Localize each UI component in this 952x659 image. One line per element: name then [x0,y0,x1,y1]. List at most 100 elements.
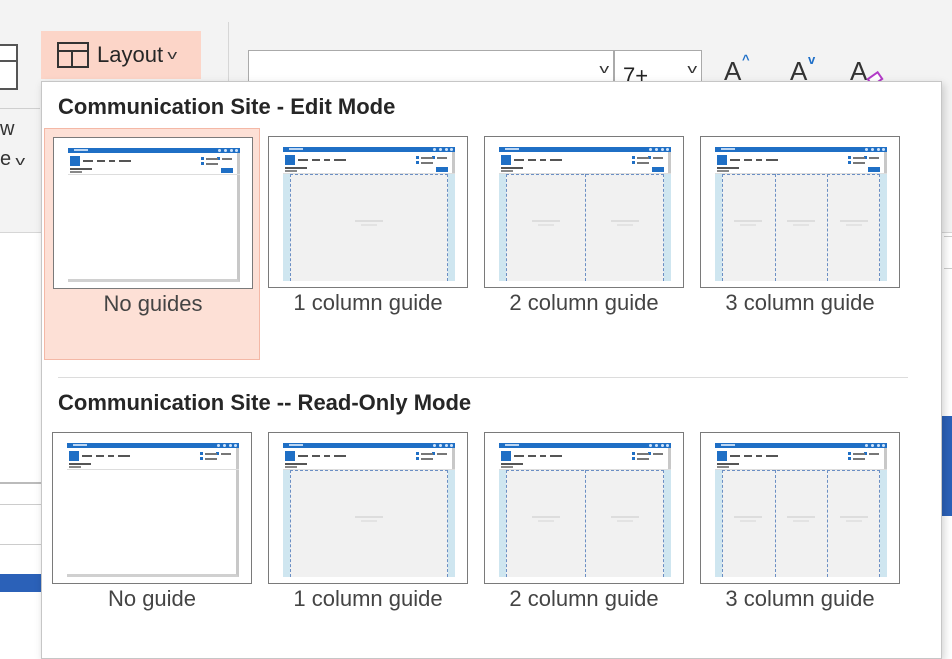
nav-link [744,455,752,457]
margin-guide [448,470,455,577]
document-line [0,504,42,505]
gallery-item-label: No guide [107,586,197,611]
action-icon [848,452,851,455]
guide-line [447,174,448,281]
gallery-item-label: 3 column guide [725,290,875,315]
gallery-item-edit-3-column[interactable]: 3 column guide [692,128,908,360]
ribbon-partial-label: w [0,118,15,140]
gallery-item-edit-no-guides[interactable]: No guides [44,128,260,360]
action-icon [416,156,419,159]
nav-link [528,159,536,161]
action-link [653,453,663,455]
chevron-down-icon[interactable]: v [599,61,609,76]
placeholder-text [787,220,815,222]
gallery-item-edit-1-column[interactable]: 1 column guide [260,128,476,360]
document-line [944,236,952,237]
suite-bar-icon [235,149,238,152]
gallery-item-readonly-1-column[interactable]: 1 column guide [260,424,476,656]
site-logo [717,155,727,165]
app-window: w e v Layout v v 7+ v A ^ A v A Communic… [0,0,952,659]
section-title-read-only-mode: Communication Site -- Read-Only Mode [58,390,472,415]
layout-thumbnail [268,432,468,584]
action-link [222,158,232,160]
suite-bar-icon [655,148,658,151]
section-divider [58,377,908,378]
nav-link [514,455,524,457]
page-meta-placeholder [285,170,297,172]
suite-bar [499,147,671,152]
placeholder-text [611,516,639,518]
nav-link [514,159,524,161]
placeholder-text [793,520,809,522]
nav-link [118,455,130,457]
chevron-down-icon: v [15,153,25,168]
gallery-item-readonly-3-column[interactable]: 3 column guide [692,424,908,656]
action-icon [632,156,635,159]
section-title-edit-mode: Communication Site - Edit Mode [58,94,396,119]
page-meta-placeholder [285,466,297,468]
chevron-down-icon[interactable]: v [687,61,697,76]
suite-bar-icon [655,444,658,447]
suite-bar-icon [649,148,652,151]
suite-bar-icon [661,148,664,151]
edit-button-placeholder [436,167,448,172]
gallery-item-readonly-2-column[interactable]: 2 column guide [476,424,692,656]
action-icon [201,157,204,160]
layout-thumbnail [484,136,684,288]
nav-link [730,159,740,161]
suite-bar-title [505,444,519,446]
suite-bar [68,148,240,153]
action-link [437,453,447,455]
page-meta-placeholder [717,170,729,172]
caret-down-icon: v [808,52,816,67]
suite-bar-icon [439,148,442,151]
document-line [0,482,42,484]
site-logo [69,451,79,461]
suite-bar-title [721,148,735,150]
nav-link [82,455,92,457]
suite-bar-icon [871,148,874,151]
page-preview [715,147,887,281]
page-title-placeholder [717,167,739,169]
ribbon-partial-label-2[interactable]: e v [0,148,25,171]
guide-line [506,470,507,577]
content-area [722,470,880,577]
frame-icon[interactable] [0,44,18,90]
suite-bar [283,147,455,152]
layout-thumbnail [52,432,252,584]
guide-line [722,174,880,175]
margin-guide [715,470,722,577]
placeholder-text [355,220,383,222]
action-icon [848,156,851,159]
layout-thumbnail [268,136,468,288]
action-link [637,162,649,164]
site-navigation [298,159,358,161]
suite-bar-icon [439,444,442,447]
layout-button[interactable]: Layout v [41,31,201,79]
placeholder-text [793,224,809,226]
guide-line [290,470,448,471]
nav-link [756,455,762,457]
suite-bar [283,443,455,448]
action-link [221,453,231,455]
placeholder-text [846,520,862,522]
layout-button-label: Layout [97,42,164,67]
page-title-placeholder [70,168,92,170]
suite-bar-title [73,444,87,446]
gallery-item-edit-2-column[interactable]: 2 column guide [476,128,692,360]
margin-guide [499,174,506,281]
suite-bar-title [721,444,735,446]
nav-link [540,159,546,161]
placeholder-text [538,520,554,522]
site-navigation [298,455,358,457]
placeholder-text [617,224,633,226]
gallery-item-readonly-no-guide[interactable]: No guide [44,424,260,656]
action-icon [632,452,635,455]
nav-link [109,160,115,162]
action-icon [848,457,851,460]
site-logo [717,451,727,461]
action-icon [632,161,635,164]
page-canvas [499,470,671,577]
gallery-item-label: 2 column guide [509,586,659,611]
action-link [206,158,218,160]
